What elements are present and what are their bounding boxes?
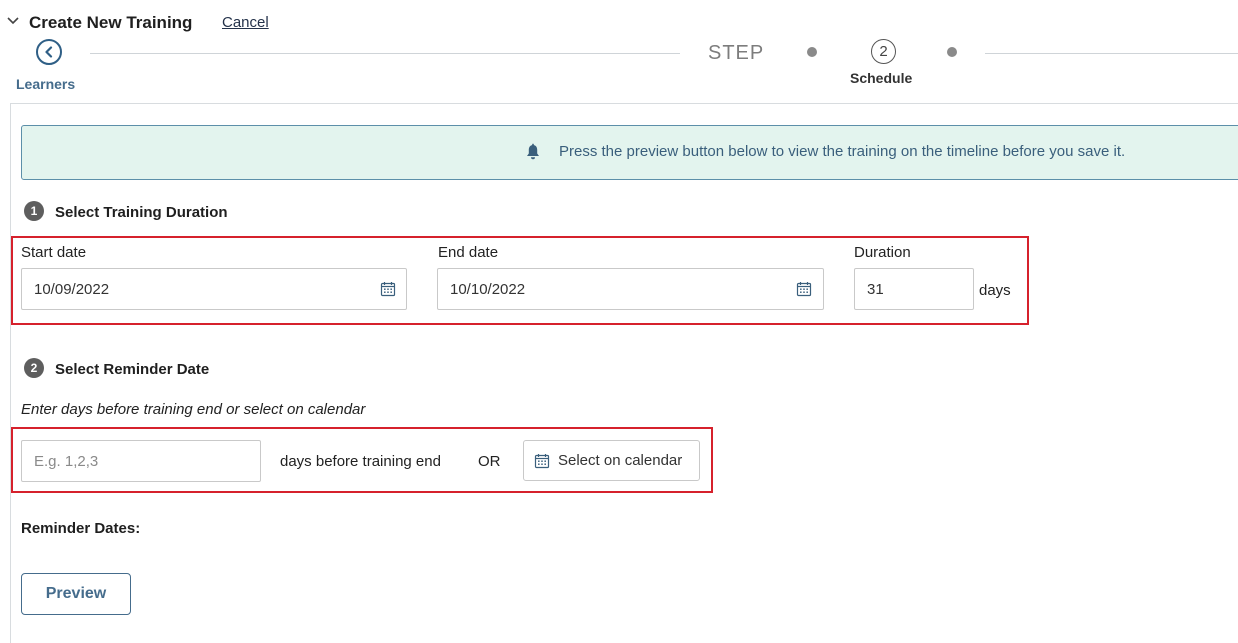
reminder-dates-label: Reminder Dates: [21,520,141,537]
step-dot [947,47,957,57]
days-before-end-label: days before training end [280,453,441,470]
end-date-value: 10/10/2022 [450,280,526,298]
start-date-label: Start date [21,244,87,261]
section-title-reminder: Select Reminder Date [55,361,210,378]
or-label: OR [478,453,501,470]
duration-label: Duration [854,244,911,261]
duration-unit: days [979,282,1011,299]
section-title-duration: Select Training Duration [55,204,228,221]
cancel-link[interactable]: Cancel [222,14,269,31]
end-date-field[interactable]: 10/10/2022 [437,268,824,310]
preview-button[interactable]: Preview [21,573,131,615]
current-step-number: 2 [871,39,896,64]
chevron-down-icon[interactable] [6,14,20,28]
start-date-value: 10/09/2022 [34,280,110,298]
section-number-badge: 1 [24,201,44,221]
calendar-icon[interactable] [796,281,812,297]
page-title: Create New Training [29,13,193,32]
reminder-days-input[interactable]: E.g. 1,2,3 [21,440,261,482]
calendar-icon [534,453,550,468]
chevron-left-icon [45,46,53,58]
start-date-field[interactable]: 10/09/2022 [21,268,407,310]
end-date-label: End date [438,244,499,261]
banner-text: Press the preview button below to view t… [559,143,1126,160]
step-schedule-label: Schedule [850,70,913,86]
duration-value: 31 [867,280,884,298]
reminder-hint: Enter days before training end or select… [21,401,366,418]
select-on-calendar-label: Select on calendar [558,452,683,469]
duration-field[interactable]: 31 [854,268,974,310]
section-number-badge: 2 [24,358,44,378]
calendar-icon[interactable] [380,281,396,297]
select-on-calendar-button[interactable]: Select on calendar [523,440,700,481]
back-step-button[interactable] [36,39,62,65]
reminder-days-placeholder: E.g. 1,2,3 [34,452,99,470]
step-dot [807,47,817,57]
stepper-line-right [985,53,1238,54]
step-learners-label[interactable]: Learners [16,76,75,92]
bell-icon [527,143,539,160]
stepper-line-left [90,53,680,54]
step-word: STEP [708,42,765,64]
